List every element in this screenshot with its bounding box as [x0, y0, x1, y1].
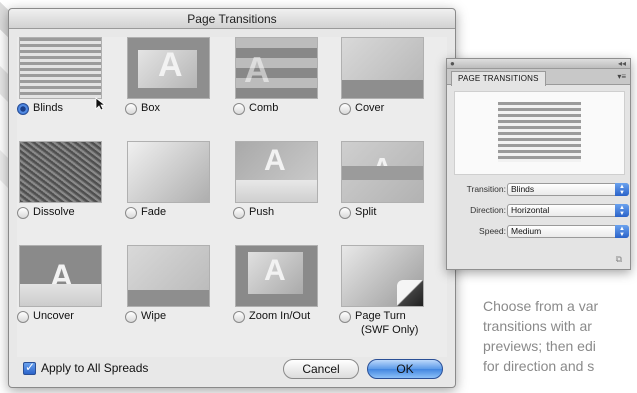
speed-select[interactable]: Medium ▲ ▼ [507, 225, 629, 238]
dialog-title: Page Transitions [9, 9, 455, 29]
apply-all-label: Apply to All Spreads [41, 361, 149, 375]
transition-label: Uncover [33, 310, 74, 322]
direction-select[interactable]: Horizontal ▲ ▼ [507, 204, 629, 217]
caption-line: for direction and s [483, 358, 595, 374]
transition-grid: Blinds A Box A Comb Cover Dissolve Fade … [17, 37, 447, 357]
comb-thumbnail[interactable]: A [235, 37, 318, 99]
transition-label: Wipe [141, 310, 167, 322]
radio-comb[interactable] [233, 103, 245, 115]
caption-line: transitions with ar [483, 318, 592, 334]
panel-titlebar[interactable]: ● ◂◂ [447, 59, 630, 69]
transition-option-split[interactable]: A Split [339, 141, 439, 237]
apply-all-checkbox[interactable] [23, 360, 36, 375]
transition-value: Blinds [511, 184, 535, 194]
blinds-preview-graphic [498, 102, 581, 162]
transition-option-page-turn[interactable]: Page Turn (SWF Only) [339, 245, 439, 341]
dissolve-thumbnail[interactable] [19, 141, 102, 203]
transition-option-dissolve[interactable]: Dissolve [17, 141, 117, 237]
transition-label: Push [249, 206, 275, 218]
uncover-thumbnail[interactable]: A [19, 245, 102, 307]
mouse-cursor-icon [95, 97, 105, 111]
letter-a-icon: A [264, 254, 286, 287]
radio-zoom[interactable] [233, 311, 245, 323]
transition-option-cover[interactable]: Cover [339, 37, 439, 133]
transition-label: Dissolve [33, 206, 75, 218]
speed-value: Medium [511, 226, 542, 236]
caption-line: previews; then edi [483, 338, 596, 354]
split-thumbnail[interactable]: A [341, 141, 424, 203]
radio-split[interactable] [339, 207, 351, 219]
zoom-thumbnail[interactable]: A [235, 245, 318, 307]
push-thumbnail[interactable]: A [235, 141, 318, 203]
transition-row: Transition: Blinds ▲ ▼ [447, 183, 632, 197]
blinds-thumbnail[interactable] [19, 37, 102, 99]
transition-label: Page Turn [355, 310, 406, 322]
letter-a-icon: A [244, 49, 270, 90]
transition-option-comb[interactable]: A Comb [233, 37, 333, 133]
transition-option-push[interactable]: A Push [233, 141, 333, 237]
radio-cover[interactable] [339, 103, 351, 115]
page-transitions-dialog: Page Transitions Blinds A Box A Comb Cov… [8, 8, 456, 388]
apply-to-all-icon[interactable]: ⧉ [616, 254, 622, 265]
select-arrows-icon: ▲ ▼ [615, 204, 629, 217]
radio-dissolve[interactable] [17, 207, 29, 219]
tab-page-transitions[interactable]: PAGE TRANSITIONS [451, 71, 546, 86]
panel-menu-icon[interactable]: ▾≡ [617, 72, 626, 81]
select-arrows-icon: ▲ ▼ [615, 183, 629, 196]
transition-option-box[interactable]: A Box [125, 37, 225, 133]
transition-label: Fade [141, 206, 167, 218]
cover-thumbnail[interactable] [341, 37, 424, 99]
direction-value: Horizontal [511, 205, 550, 215]
radio-wipe[interactable] [125, 311, 137, 323]
box-thumbnail[interactable]: A [127, 37, 210, 99]
transition-label: Zoom In/Out [249, 310, 311, 322]
caption-text: Choose from a var transitions with ar pr… [483, 296, 637, 393]
page-transitions-panel: ● ◂◂ PAGE TRANSITIONS ▾≡ Transition: Bli… [446, 58, 631, 270]
transition-select[interactable]: Blinds ▲ ▼ [507, 183, 629, 196]
transition-label: Split [355, 206, 377, 218]
transition-label: Cover [355, 102, 385, 114]
fade-thumbnail[interactable] [127, 141, 210, 203]
speed-label: Speed: [479, 226, 506, 236]
transition-option-zoom[interactable]: A Zoom In/Out [233, 245, 333, 341]
radio-push[interactable] [233, 207, 245, 219]
transition-label: Box [141, 102, 160, 114]
speed-row: Speed: Medium ▲ ▼ [447, 225, 632, 239]
transition-option-blinds[interactable]: Blinds [17, 37, 117, 133]
caption-line: Choose from a var [483, 298, 599, 314]
close-icon[interactable]: ● [450, 60, 455, 68]
transition-label: Comb [249, 102, 279, 114]
radio-box[interactable] [125, 103, 137, 115]
transition-preview [454, 91, 625, 175]
ok-button[interactable]: OK [367, 359, 443, 379]
radio-fade[interactable] [125, 207, 137, 219]
transition-option-uncover[interactable]: A Uncover [17, 245, 117, 341]
transition-option-fade[interactable]: Fade [125, 141, 225, 237]
transition-option-wipe[interactable]: Wipe [125, 245, 225, 341]
letter-a-icon: A [264, 144, 286, 177]
radio-uncover[interactable] [17, 311, 29, 323]
letter-a-icon: A [158, 46, 183, 84]
radio-page-turn[interactable] [339, 311, 351, 323]
select-arrows-icon: ▲ ▼ [615, 225, 629, 238]
collapse-icon[interactable]: ◂◂ [618, 59, 626, 68]
transition-sublabel: (SWF Only) [361, 324, 419, 336]
radio-blinds[interactable] [17, 103, 29, 115]
direction-label: Direction: [470, 205, 506, 215]
panel-tab-row: PAGE TRANSITIONS ▾≡ [447, 69, 630, 86]
cancel-button[interactable]: Cancel [283, 359, 359, 379]
wipe-thumbnail[interactable] [127, 245, 210, 307]
transition-label: Transition: [466, 184, 506, 194]
direction-row: Direction: Horizontal ▲ ▼ [447, 204, 632, 218]
page-turn-thumbnail[interactable] [341, 245, 424, 307]
transition-label: Blinds [33, 102, 63, 114]
